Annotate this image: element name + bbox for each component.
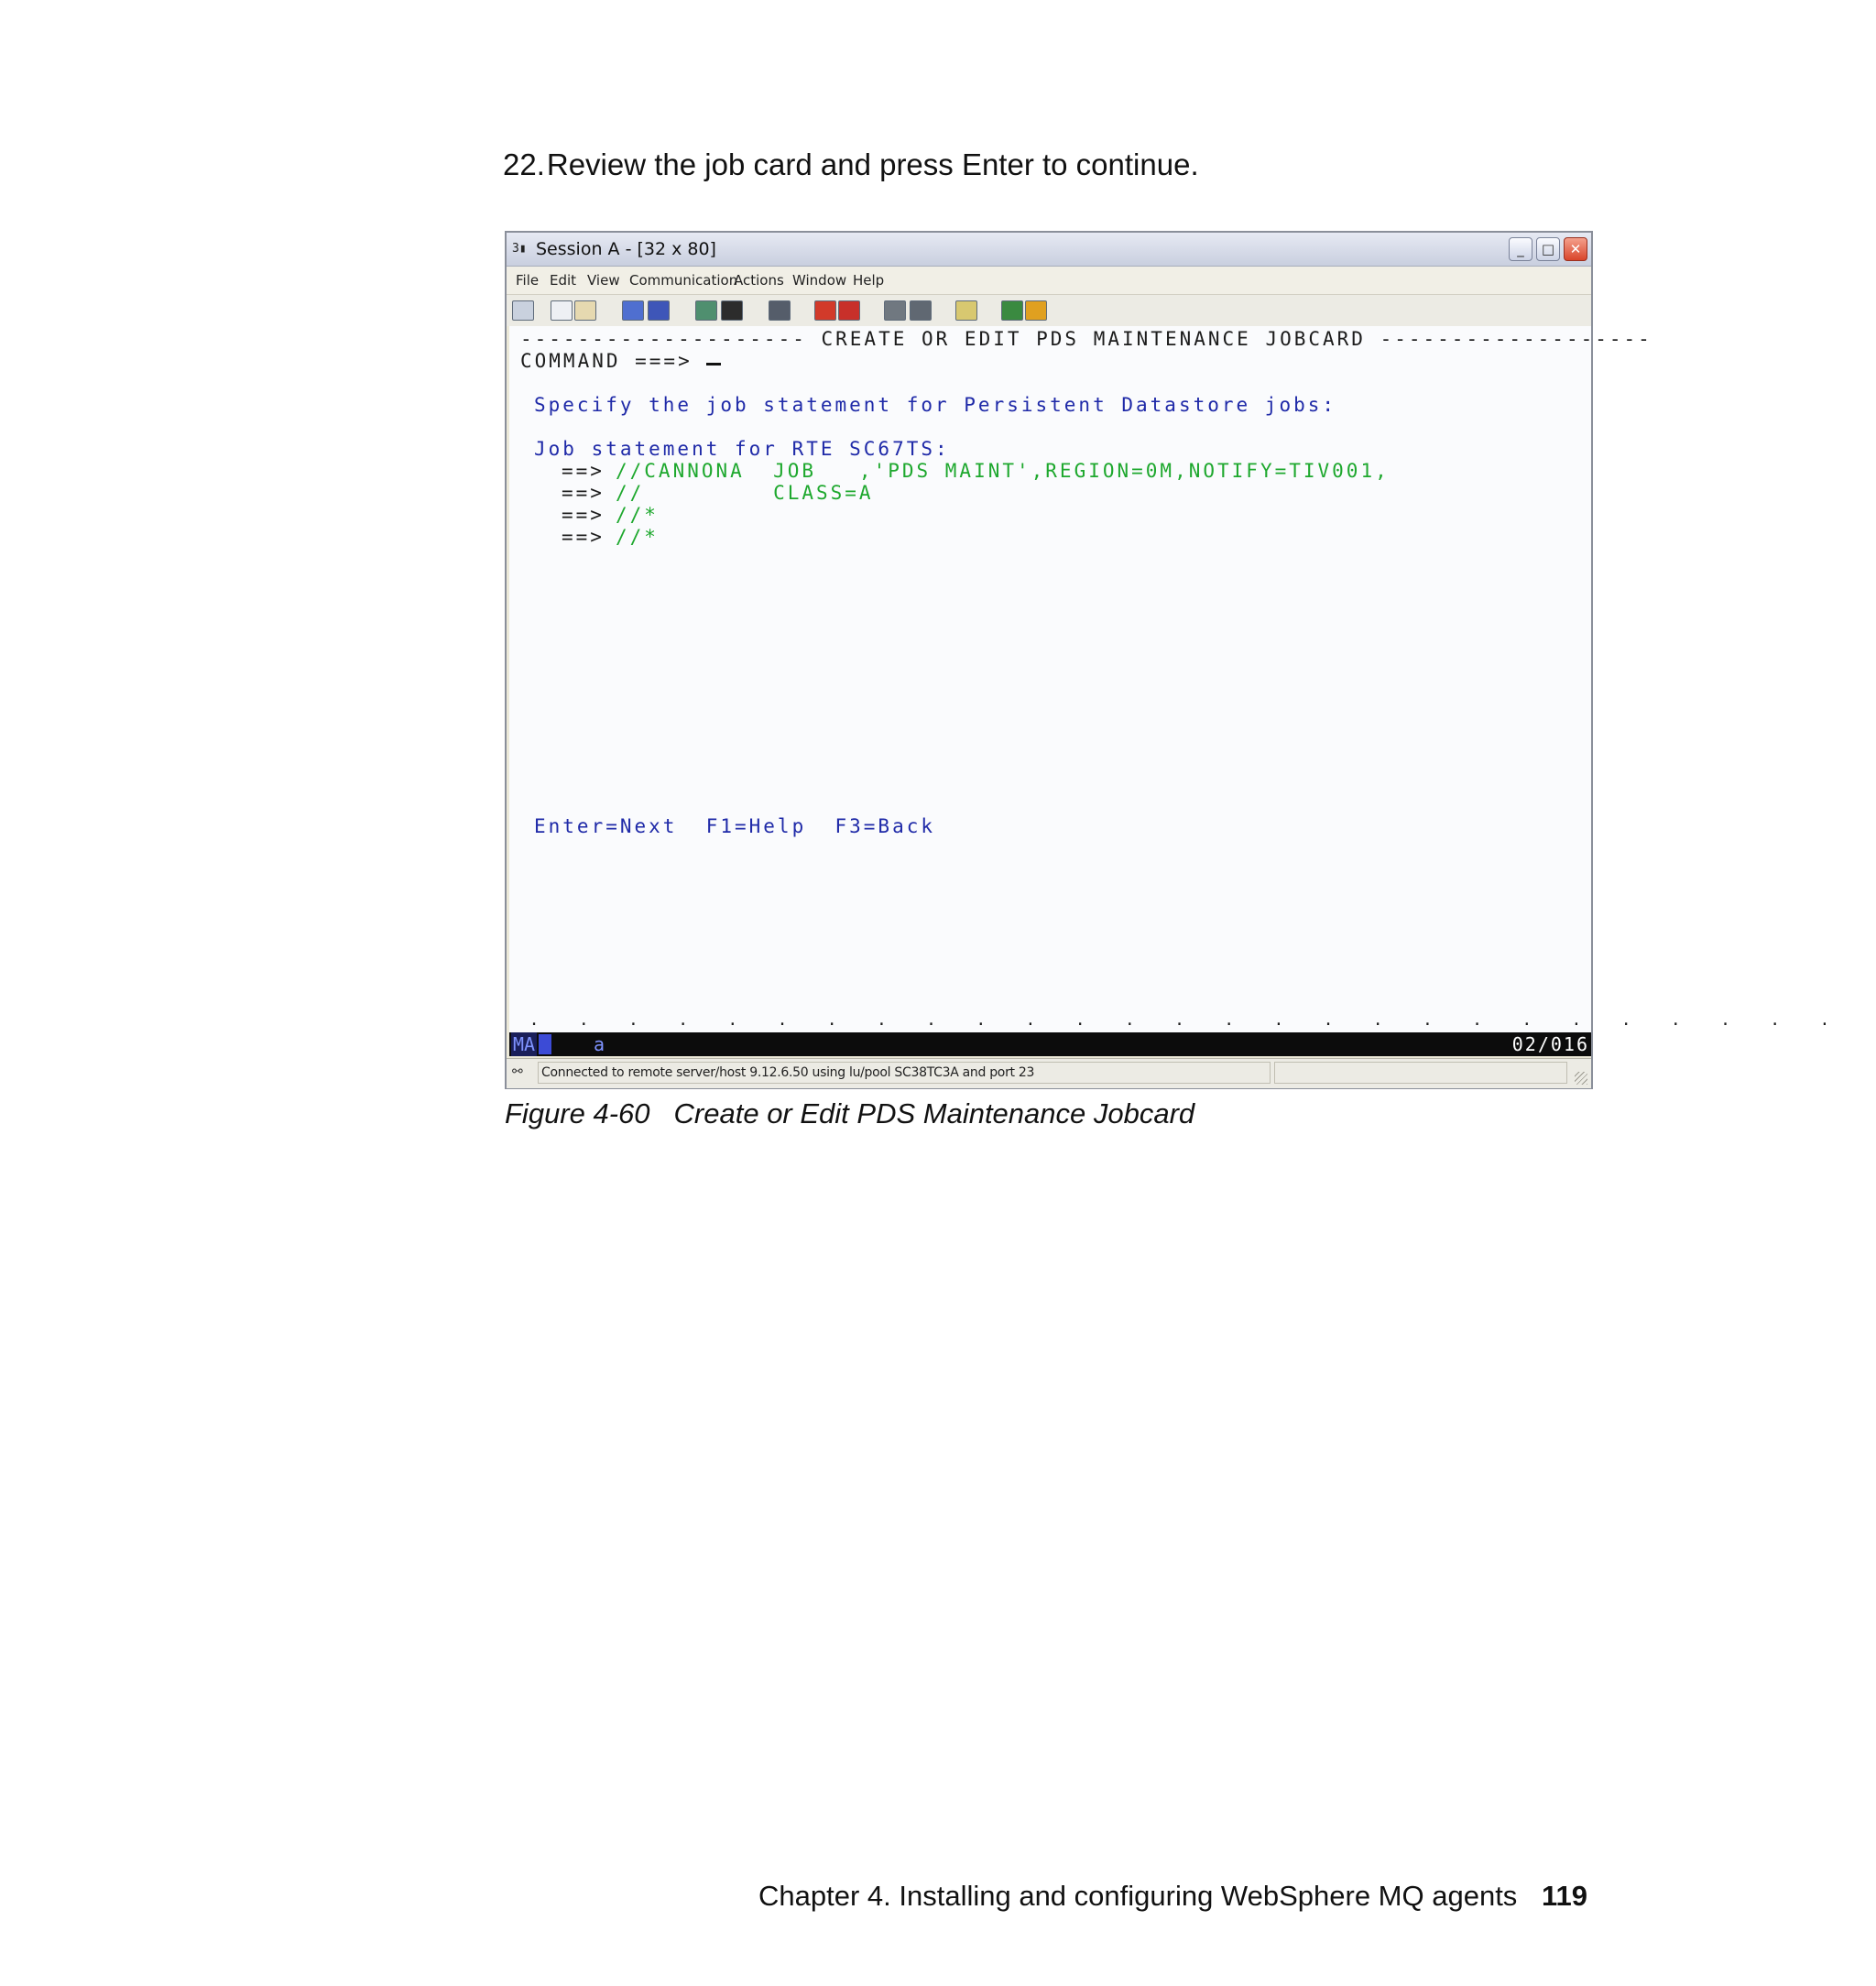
step-text: Review the job card and press Enter to c… <box>546 147 1199 181</box>
job-line-input[interactable]: //* <box>616 504 659 526</box>
oia-cursor-block <box>539 1034 551 1054</box>
menu-view[interactable]: View <box>587 271 620 289</box>
job-line-prompt: ==> <box>562 482 605 504</box>
oia-indicator: a <box>594 1033 605 1055</box>
display-icon[interactable] <box>695 300 717 321</box>
command-label: COMMAND ===> <box>520 350 693 372</box>
job-line-prompt: ==> <box>562 504 605 526</box>
oia-mode: MA <box>511 1032 538 1056</box>
job-line-input[interactable]: //* <box>616 526 659 548</box>
cursor-position: 02/016 <box>1511 1033 1589 1055</box>
macro-icon[interactable] <box>769 300 791 321</box>
copy-icon[interactable] <box>551 300 573 321</box>
menu-communication[interactable]: Communication <box>629 271 737 289</box>
status-pane <box>1274 1062 1567 1084</box>
resize-grip-icon[interactable] <box>1575 1072 1587 1085</box>
connection-icon: ⚯ <box>512 1064 523 1079</box>
paste-icon[interactable] <box>574 300 596 321</box>
step-number: 22. <box>503 147 545 181</box>
job-line-input[interactable]: //CANNONA JOB ,'PDS MAINT',REGION=0M,NOT… <box>616 460 1390 482</box>
figure-number: Figure 4-60 <box>505 1097 650 1129</box>
play-macro-icon[interactable] <box>884 300 906 321</box>
web-icon[interactable] <box>1001 300 1023 321</box>
window-title: Session A - [32 x 80] <box>536 239 716 259</box>
run-macro-icon[interactable] <box>910 300 932 321</box>
step-instruction: 22.Review the job card and press Enter t… <box>503 145 1199 185</box>
minimize-icon[interactable]: _ <box>1509 237 1532 261</box>
emulator-window: 3▮ Session A - [32 x 80] _ □ ✕ File Edit… <box>505 231 1829 1089</box>
menu-actions[interactable]: Actions <box>734 271 784 289</box>
operator-info-area: MA a 02/016 <box>509 1032 1591 1056</box>
job-line-prompt: ==> <box>562 526 605 548</box>
job-line-input[interactable]: // CLASS=A <box>616 482 874 504</box>
title-bar[interactable]: 3▮ Session A - [32 x 80] _ □ ✕ <box>507 233 1591 267</box>
menu-file[interactable]: File <box>516 271 539 289</box>
stop-macro-icon[interactable] <box>838 300 860 321</box>
toolbar <box>507 295 1591 326</box>
screen-divider-dots: . . . . . . . . . . . . . . . . . . . . … <box>509 1010 1830 1030</box>
figure-title: Create or Edit PDS Maintenance Jobcard <box>673 1097 1195 1129</box>
status-bar: ⚯ Connected to remote server/host 9.12.6… <box>507 1058 1591 1088</box>
instruction-text: Specify the job statement for Persistent… <box>534 394 1337 416</box>
maximize-icon[interactable]: □ <box>1536 237 1560 261</box>
menu-edit[interactable]: Edit <box>550 271 576 289</box>
terminal-screen[interactable]: -------------------- CREATE OR EDIT PDS … <box>509 326 1829 1032</box>
send-file-icon[interactable] <box>622 300 644 321</box>
menu-help[interactable]: Help <box>853 271 884 289</box>
close-icon[interactable]: ✕ <box>1564 237 1587 261</box>
screen-header: -------------------- CREATE OR EDIT PDS … <box>520 328 1652 350</box>
job-statement-label: Job statement for RTE SC67TS: <box>534 438 950 460</box>
status-message: Connected to remote server/host 9.12.6.5… <box>538 1062 1271 1084</box>
help-icon[interactable] <box>1025 300 1047 321</box>
keypad-icon[interactable] <box>721 300 743 321</box>
record-macro-icon[interactable] <box>814 300 836 321</box>
menu-window[interactable]: Window <box>792 271 846 289</box>
job-line-prompt: ==> <box>562 460 605 482</box>
chapter-title: Chapter 4. Installing and configuring We… <box>758 1880 1518 1912</box>
receive-file-icon[interactable] <box>648 300 670 321</box>
function-key-legend: Enter=Next F1=Help F3=Back <box>534 815 936 837</box>
clipboard-icon[interactable] <box>955 300 977 321</box>
command-input[interactable] <box>706 363 721 366</box>
figure-caption: Figure 4-60 Create or Edit PDS Maintenanc… <box>505 1096 1194 1132</box>
menu-bar: File Edit View Communication Actions Win… <box>507 267 1591 295</box>
print-screen-icon[interactable] <box>512 300 534 321</box>
page-number: 119 <box>1542 1880 1588 1912</box>
3270-session-icon[interactable]: 3▮ <box>512 240 532 258</box>
